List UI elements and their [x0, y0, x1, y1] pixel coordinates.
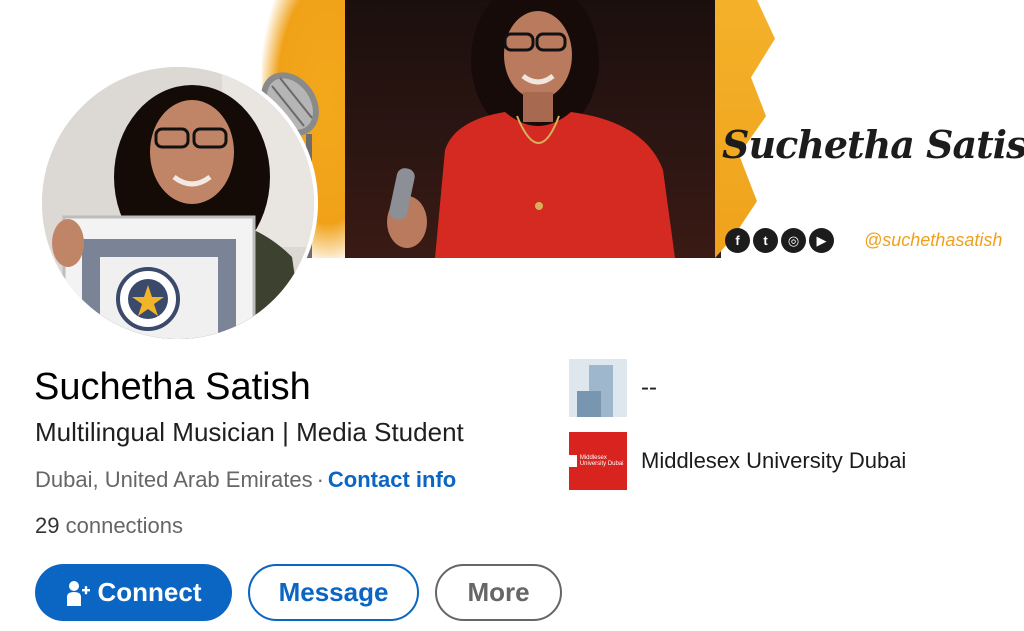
social-icons: f t ◎ ▶ — [725, 228, 834, 253]
connect-label: Connect — [97, 577, 202, 607]
connections-number: 29 — [35, 513, 60, 538]
crest-icon — [569, 455, 577, 467]
location-row: Dubai, United Arab Emirates · Contact info — [35, 467, 456, 493]
company-name: -- — [641, 374, 657, 401]
education-entry[interactable]: Middlesex University Dubai Middlesex Uni… — [569, 432, 906, 490]
twitter-icon: t — [753, 228, 778, 253]
profile-location: Dubai, United Arab Emirates — [35, 467, 313, 492]
logo-text: Middlesex University Dubai — [579, 455, 624, 467]
profile-name: Suchetha Satish — [34, 366, 311, 408]
company-logo-icon — [569, 359, 627, 417]
youtube-icon: ▶ — [809, 228, 834, 253]
facebook-icon: f — [725, 228, 750, 253]
separator: · — [316, 467, 324, 492]
more-button[interactable]: More — [435, 564, 562, 621]
banner-name: Suchetha Satish — [722, 122, 1024, 167]
university-logo-icon: Middlesex University Dubai — [569, 432, 627, 490]
banner-photo — [345, 0, 721, 258]
connections-label: connections — [65, 513, 184, 538]
university-name: Middlesex University Dubai — [641, 448, 907, 473]
add-person-icon — [66, 580, 90, 606]
profile-headline: Multilingual Musician | Media Student — [35, 417, 464, 447]
connections-count[interactable]: 29 connections — [35, 513, 183, 539]
connect-button[interactable]: Connect — [35, 564, 232, 621]
banner-handle: @suchethasatish — [864, 230, 1003, 250]
instagram-icon: ◎ — [781, 228, 806, 253]
current-company[interactable]: -- — [569, 359, 657, 417]
profile-avatar[interactable] — [38, 63, 318, 343]
contact-info-link[interactable]: Contact info — [328, 467, 456, 492]
message-button[interactable]: Message — [248, 564, 419, 621]
